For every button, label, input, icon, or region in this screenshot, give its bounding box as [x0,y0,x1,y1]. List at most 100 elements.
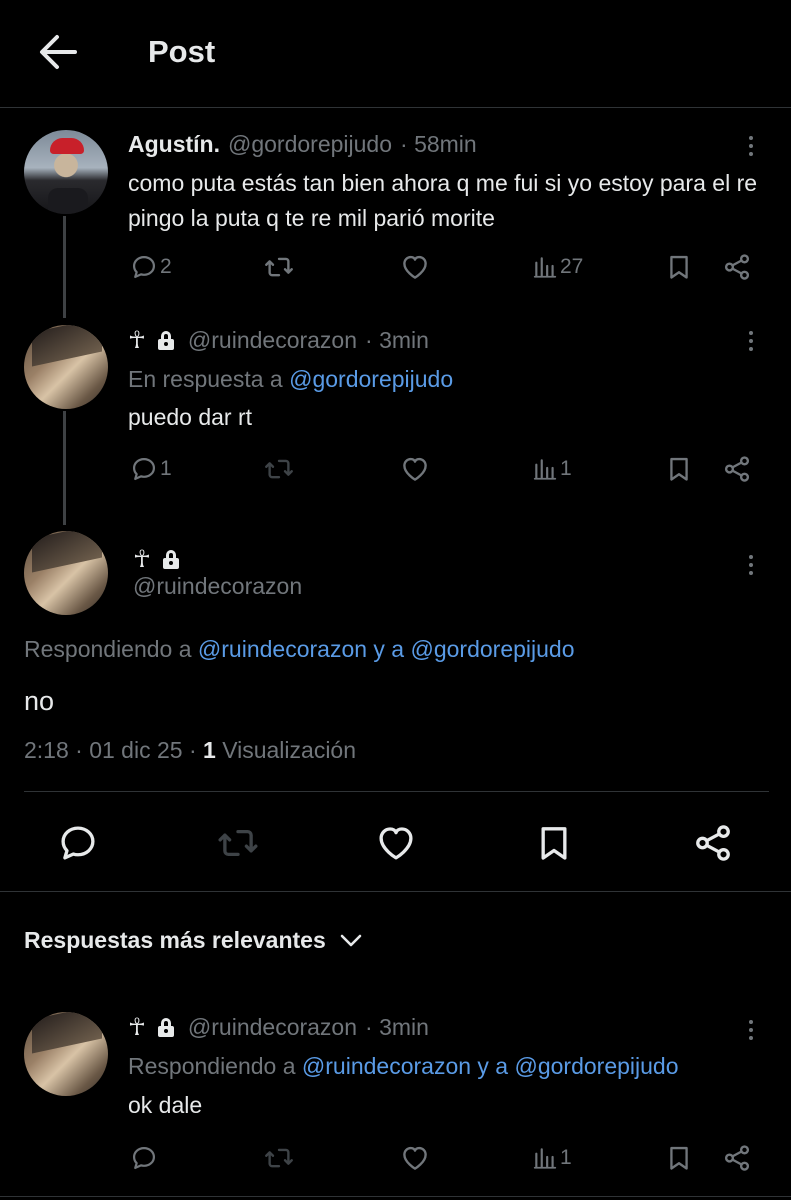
like-button[interactable] [399,247,431,287]
tweet-text: como puta estás tan bien ahora q me fui … [128,170,758,231]
views-icon [532,456,558,482]
share-button[interactable] [722,449,752,489]
avatar[interactable] [24,325,108,409]
reply-button[interactable] [130,1138,158,1178]
more-options-button[interactable] [736,1015,766,1045]
bookmark-button[interactable] [665,1138,693,1178]
share-icon [722,1143,752,1173]
retweet-button[interactable] [262,247,296,287]
views-count: 27 [560,255,584,278]
sort-label: Respuestas más relevantes [24,927,326,953]
tweet-actions: 1 1 [0,449,791,489]
reply-count: 1 [160,457,172,480]
share-button[interactable] [689,820,737,866]
like-icon [399,252,431,282]
user-handle[interactable]: @ruindecorazon [188,1014,357,1041]
avatar[interactable] [24,130,108,214]
tweet-text: puedo dar rt [128,404,253,430]
share-button[interactable] [722,1138,752,1178]
tweet-text: ok dale [128,1092,203,1118]
replies-sort-dropdown[interactable]: Respuestas más relevantes [24,927,362,954]
tweet-timestamp[interactable]: 2:18 · 01 dic 25 · [24,737,197,763]
reply-targets-link[interactable]: @ruindecorazon y a @gordorepijudo [198,636,575,662]
tweet-actions: 1 [0,1138,791,1178]
more-icon [749,331,753,335]
chevron-down-icon [340,934,362,946]
reply-prefix: En respuesta a [128,366,283,392]
tweet-time[interactable]: · 58min [400,131,477,158]
reply-icon [130,455,158,483]
tweet-text: no [24,686,55,716]
views-button[interactable]: 27 [532,247,583,287]
user-handle[interactable]: @ruindecorazon [188,327,357,354]
bookmark-button[interactable] [665,247,693,287]
more-icon [749,1020,753,1024]
reply-target-link[interactable]: @gordorepijudo [289,366,453,392]
more-icon [749,136,753,140]
back-button[interactable] [34,30,82,74]
like-button[interactable] [399,1138,431,1178]
avatar-jacket [48,188,88,214]
more-options-button[interactable] [736,550,766,580]
tweet-time[interactable]: · 3min [365,327,429,354]
lock-icon [157,1018,174,1037]
retweet-button[interactable] [214,820,262,866]
views-count: 1 [203,737,216,763]
avatar-hair [32,531,102,573]
views-count: 1 [560,457,572,480]
reply-prefix: Respondiendo a [128,1053,296,1079]
bookmark-button[interactable] [530,820,578,866]
share-icon [692,822,734,864]
tweet-header: ☥ @ruindecorazon · 3min [128,1013,429,1042]
more-options-button[interactable] [736,131,766,161]
user-handle[interactable]: @ruindecorazon [133,573,302,600]
author-name-row: ☥ [133,545,179,574]
views-button[interactable]: 1 [532,449,572,489]
share-button[interactable] [722,247,752,287]
bookmark-icon [665,1143,693,1173]
reply-icon [130,1144,158,1172]
retweet-icon [262,454,296,484]
views-icon [532,1145,558,1171]
reply-button[interactable]: 2 [130,247,172,287]
page-title: Post [148,34,216,69]
like-icon [399,454,431,484]
like-icon [399,1143,431,1173]
top-bar: Post [0,0,791,108]
retweet-button[interactable] [262,1138,296,1178]
bookmark-icon [665,454,693,484]
views-count: 1 [560,1146,572,1169]
divider [24,791,769,792]
views-label[interactable]: Visualización [222,737,356,763]
reply-targets-link[interactable]: @ruindecorazon y a @gordorepijudo [302,1053,679,1079]
tweet-header: Agustín. @gordorepijudo · 58min [128,131,477,158]
more-options-button[interactable] [736,326,766,356]
reply-context: Respondiendo a @ruindecorazon y a @gordo… [128,1053,679,1080]
share-icon [722,252,752,282]
views-button[interactable]: 1 [532,1138,572,1178]
bookmark-button[interactable] [665,449,693,489]
avatar[interactable] [24,531,108,615]
avatar-cap [50,138,84,154]
bookmark-icon [665,252,693,282]
lock-icon [162,550,179,569]
tweet-time[interactable]: · 3min [365,1014,429,1041]
back-arrow-icon [40,35,77,69]
like-button[interactable] [399,449,431,489]
bookmark-icon [534,822,574,864]
display-name[interactable]: Agustín. [128,131,220,158]
cross-glyph: ☥ [128,327,146,354]
user-handle[interactable]: @gordorepijudo [228,131,392,158]
reply-button[interactable] [54,820,102,866]
avatar-hair [32,325,102,367]
more-icon [749,555,753,559]
retweet-button[interactable] [262,449,296,489]
avatar[interactable] [24,1012,108,1096]
avatar-hair [32,1012,102,1054]
like-button[interactable] [372,820,420,866]
lock-icon [157,331,174,350]
section-divider [0,891,791,892]
tweet-actions: 2 27 [0,247,791,287]
reply-button[interactable]: 1 [130,449,172,489]
views-icon [532,254,558,280]
